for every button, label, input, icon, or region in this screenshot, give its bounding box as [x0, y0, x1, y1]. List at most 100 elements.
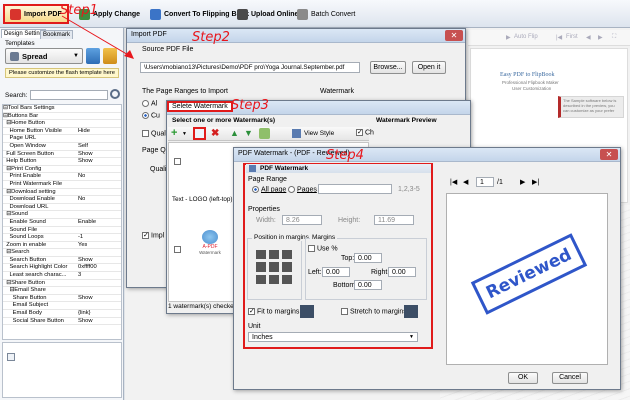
- fullscreen-icon[interactable]: ⛶: [612, 34, 616, 41]
- pdf-dialog-close-icon[interactable]: ✕: [600, 149, 618, 160]
- tree-row[interactable]: Open Window Self: [3, 143, 121, 151]
- height-field[interactable]: 11.69: [374, 215, 414, 225]
- tree-row[interactable]: Email Subject: [3, 302, 121, 311]
- tree-row[interactable]: Full Screen Button Show: [3, 151, 121, 159]
- pdf-nav-first-icon[interactable]: |◀: [450, 178, 457, 186]
- tree-row[interactable]: Sound File: [3, 227, 121, 235]
- range-custom-radio[interactable]: Cu: [142, 112, 160, 119]
- tree-row[interactable]: Least search charac... 3: [3, 272, 121, 280]
- step4-label: Step4: [326, 148, 364, 163]
- unit-select[interactable]: Inches ▼: [248, 332, 418, 342]
- tree-row[interactable]: Share Button Show: [3, 295, 121, 303]
- source-path-field[interactable]: \Users\mobiano13\Pictures\Demo\PDF pro\Y…: [140, 62, 360, 73]
- width-field[interactable]: 8.26: [282, 215, 322, 225]
- pdf-nav-last-icon[interactable]: ▶|: [532, 178, 539, 186]
- tree-row[interactable]: ⊟Sound: [3, 211, 121, 219]
- move-down-icon[interactable]: ▼: [244, 127, 253, 140]
- ok-button[interactable]: OK: [508, 372, 538, 384]
- import-pdf-button[interactable]: Import PDF: [3, 4, 69, 24]
- pages-input[interactable]: [318, 184, 392, 194]
- add-dropdown-icon[interactable]: ▼: [182, 131, 187, 137]
- all-page-radio[interactable]: All page: [252, 186, 286, 193]
- tree-row[interactable]: ⊟Buttons Bar: [3, 113, 121, 121]
- tree-row[interactable]: Home Button Visible Hide: [3, 128, 121, 136]
- position-grid[interactable]: [256, 250, 292, 284]
- delete-icon[interactable]: ✖: [211, 127, 219, 140]
- pages-radio[interactable]: Pages: [288, 186, 317, 193]
- open-it-button[interactable]: Open it: [412, 61, 446, 74]
- pos-middle-left[interactable]: [256, 262, 266, 272]
- pos-bottom-center[interactable]: [269, 274, 279, 284]
- stretch-margins-icon: [404, 305, 418, 318]
- search-icon[interactable]: [110, 89, 120, 99]
- range-all-radio[interactable]: Al: [142, 100, 157, 107]
- tree-row[interactable]: ⊟Email Share: [3, 287, 121, 295]
- templates-label: Templates: [5, 40, 35, 47]
- bottom-field[interactable]: 0.00: [354, 280, 382, 290]
- check-filter-checkbox[interactable]: Ch: [356, 129, 374, 136]
- search-input[interactable]: [30, 90, 108, 100]
- pos-top-left[interactable]: [256, 250, 266, 260]
- import-dialog-close-icon[interactable]: ✕: [445, 30, 463, 41]
- step-arrow: [61, 15, 134, 59]
- tree-row-value: Show: [78, 294, 93, 301]
- tree-row[interactable]: Page URL: [3, 135, 121, 143]
- right-field[interactable]: 0.00: [388, 267, 416, 277]
- pos-top-right[interactable]: [282, 250, 292, 260]
- browse-button[interactable]: Browse...: [370, 61, 406, 74]
- import-links-checkbox[interactable]: Impl: [142, 232, 164, 239]
- tree-row[interactable]: Zoom in enable Yes: [3, 242, 121, 250]
- pos-bottom-left[interactable]: [256, 274, 266, 284]
- tree-row[interactable]: Print Watermark File: [3, 181, 121, 189]
- pdf-nav-next-icon[interactable]: ▶: [520, 178, 525, 186]
- tree-row[interactable]: Sound Loops -1: [3, 234, 121, 242]
- add-icon[interactable]: +: [171, 127, 177, 140]
- tree-row[interactable]: Download Enable No: [3, 196, 121, 204]
- auto-flip-icon[interactable]: ▶: [506, 34, 511, 41]
- logo-icon: [202, 230, 218, 244]
- left-field[interactable]: 0.00: [322, 267, 350, 277]
- tree-row[interactable]: ⊟Home Button: [3, 120, 121, 128]
- fit-margins-checkbox[interactable]: Fit to margins: [248, 308, 299, 315]
- edit-watermark-icon[interactable]: [193, 127, 206, 140]
- tree-row[interactable]: Search Button Show: [3, 257, 121, 265]
- quality-checkbox[interactable]: Quali: [142, 130, 167, 137]
- stretch-margins-checkbox[interactable]: Stretch to margins: [341, 308, 407, 315]
- batch-convert-button[interactable]: Batch Convert: [292, 5, 360, 23]
- first-page-icon[interactable]: |◀: [556, 34, 562, 41]
- prev-page-icon[interactable]: ◀: [586, 34, 591, 41]
- tree-row-key: Email Subject: [3, 302, 49, 309]
- view-style-icon[interactable]: [292, 129, 301, 138]
- first-page-label[interactable]: First: [566, 34, 578, 40]
- pos-bottom-right[interactable]: [282, 274, 292, 284]
- pos-middle-right[interactable]: [282, 262, 292, 272]
- tree-row[interactable]: ⊟Print Config: [3, 166, 121, 174]
- watermark-subtitle: Select one or more Watermark(s): [172, 117, 276, 124]
- tree-row[interactable]: Download URL: [3, 204, 121, 212]
- pos-top-center[interactable]: [269, 250, 279, 260]
- tree-row[interactable]: ⊟Download setting: [3, 189, 121, 197]
- tree-row[interactable]: ⊟Share Button: [3, 280, 121, 288]
- check-all-icon[interactable]: [259, 128, 270, 139]
- move-up-icon[interactable]: ▲: [230, 127, 239, 140]
- tree-row[interactable]: Help Button Show: [3, 158, 121, 166]
- watermark-item-checkbox-2[interactable]: [174, 246, 183, 253]
- top-field[interactable]: 0.00: [354, 253, 382, 263]
- tree-row[interactable]: ⊟Search: [3, 249, 121, 257]
- tree-row[interactable]: Social Share Button Show: [3, 318, 121, 326]
- use-percent-checkbox[interactable]: Use %: [308, 245, 338, 252]
- auto-flip-label[interactable]: Auto Flip: [514, 34, 538, 40]
- tree-row[interactable]: Print Enable No: [3, 173, 121, 181]
- view-style-dropdown[interactable]: View Style: [304, 130, 334, 137]
- pos-center[interactable]: [269, 262, 279, 272]
- tree-row[interactable]: Email Body {link}: [3, 310, 121, 318]
- watermark-item-checkbox-1[interactable]: [174, 158, 183, 165]
- pdf-nav-prev-icon[interactable]: ◀: [463, 178, 468, 186]
- pdf-page-input[interactable]: 1: [476, 177, 494, 187]
- customize-hint: Please customize the flash template here: [5, 68, 119, 78]
- tree-row[interactable]: Search Highlight Color 0xffff00: [3, 264, 121, 273]
- next-page-icon[interactable]: ▶: [598, 34, 603, 41]
- cancel-button[interactable]: Cancel: [552, 372, 588, 384]
- tree-row[interactable]: Enable Sound Enable: [3, 219, 121, 227]
- tree-row[interactable]: ⊟Tool Bars Settings: [3, 105, 121, 113]
